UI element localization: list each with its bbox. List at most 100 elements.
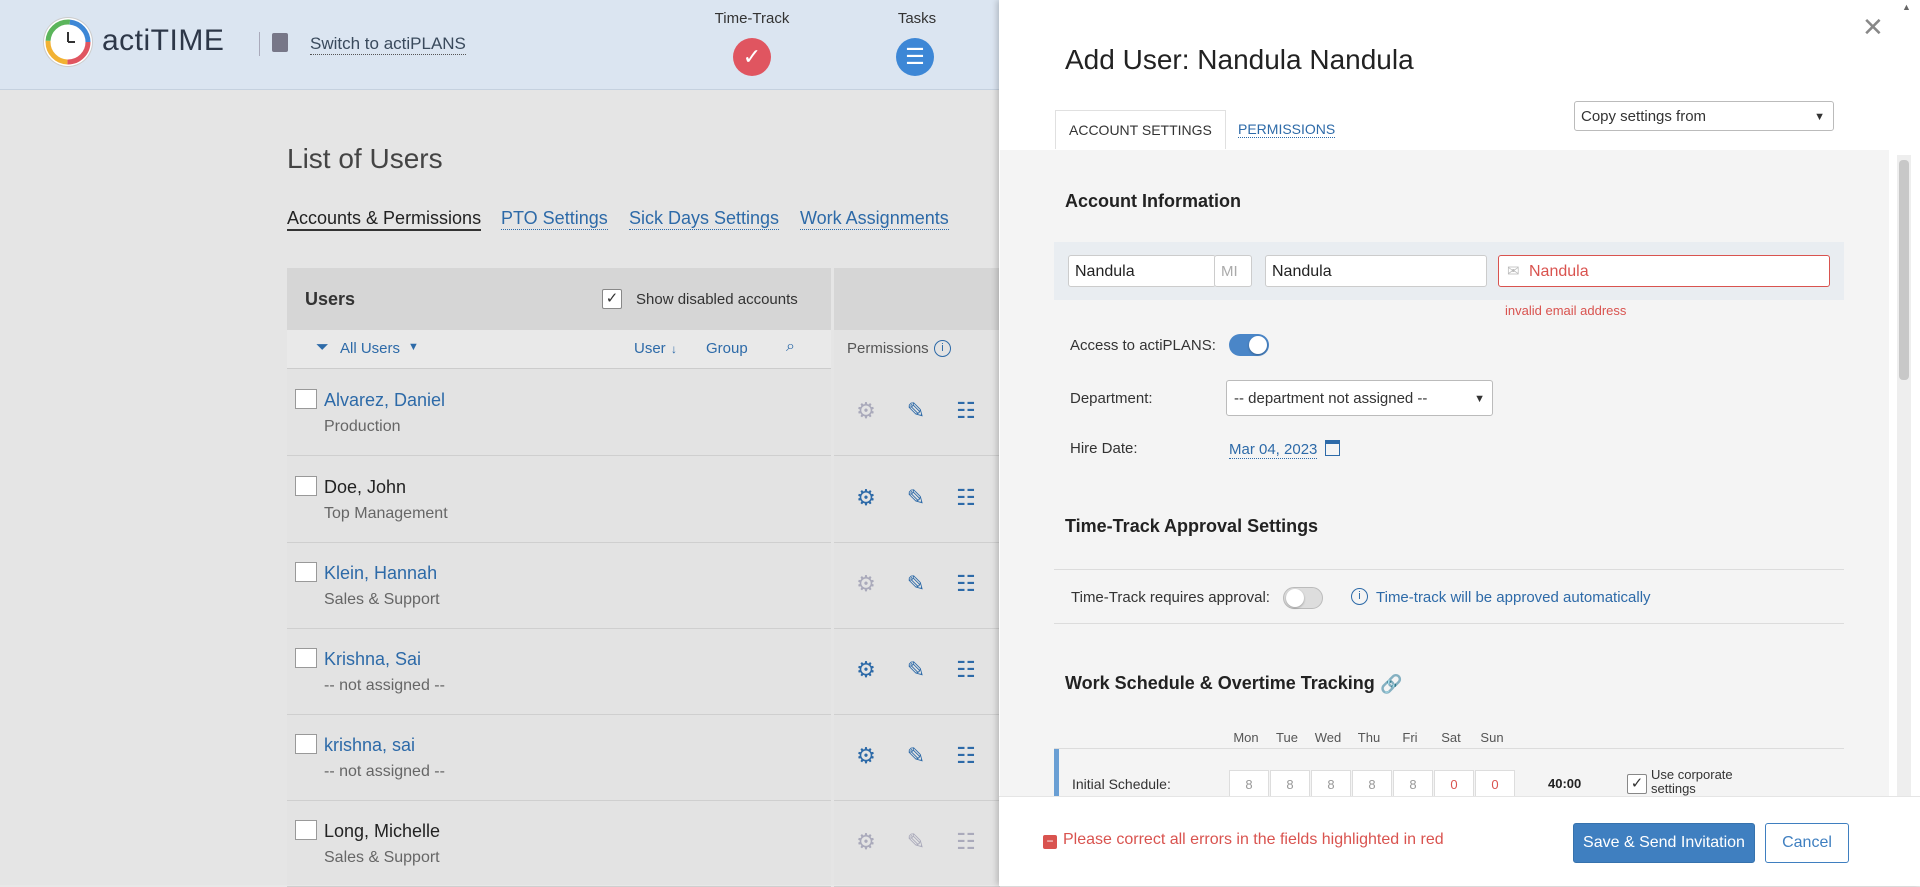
table-row[interactable]	[287, 542, 831, 629]
user-settings-icon[interactable]: ⚙	[852, 656, 880, 684]
switch-to-actiplans-link[interactable]: Switch to actiPLANS	[310, 34, 466, 55]
calendar-icon[interactable]	[1325, 440, 1340, 456]
middle-initial-field[interactable]: MI	[1214, 255, 1252, 287]
save-send-invitation-button[interactable]: Save & Send Invitation	[1573, 823, 1755, 863]
email-field[interactable]: ✉ Nandula	[1498, 255, 1830, 287]
user-name[interactable]: krishna, sai	[324, 735, 415, 756]
user-department: Sales & Support	[324, 849, 440, 866]
all-users-filter[interactable]: All Users	[340, 340, 400, 357]
hierarchy-icon[interactable]: ☷	[952, 570, 980, 598]
use-corporate-label: Use corporate settings	[1651, 767, 1733, 796]
hierarchy-icon[interactable]: ☷	[952, 397, 980, 425]
cancel-button[interactable]: Cancel	[1765, 823, 1849, 863]
table-row[interactable]	[287, 800, 831, 887]
edit-check-icon[interactable]: ✎	[902, 570, 930, 598]
show-disabled-label: Show disabled accounts	[636, 291, 798, 308]
user-name[interactable]: Klein, Hannah	[324, 563, 437, 584]
user-settings-icon[interactable]: ⚙	[852, 570, 880, 598]
copy-settings-select[interactable]: Copy settings from ▼	[1574, 101, 1834, 131]
tab-permissions-label: PERMISSIONS	[1238, 121, 1336, 138]
schedule-thu[interactable]: 8	[1352, 770, 1392, 798]
hire-date-link[interactable]: Mar 04, 2023	[1229, 441, 1318, 459]
actitime-logo-icon[interactable]	[44, 18, 92, 66]
edit-check-icon[interactable]: ✎	[902, 397, 930, 425]
schedule-sun[interactable]: 0	[1475, 770, 1515, 798]
sort-by-group[interactable]: Group	[706, 340, 748, 357]
access-actiplans-toggle[interactable]	[1229, 334, 1269, 356]
user-settings-icon[interactable]: ⚙	[852, 742, 880, 770]
link-icon[interactable]: 🔗	[1380, 674, 1402, 695]
edit-check-icon[interactable]: ✎	[902, 742, 930, 770]
info-icon[interactable]: i	[934, 340, 951, 357]
tab-permissions[interactable]: PERMISSIONS	[1225, 110, 1348, 148]
table-row[interactable]	[287, 714, 831, 801]
user-type-icon	[295, 562, 317, 582]
hierarchy-icon[interactable]: ☷	[952, 742, 980, 770]
table-row[interactable]	[287, 628, 831, 715]
chevron-down-icon[interactable]: ▼	[408, 341, 419, 353]
search-icon[interactable]: ⌕	[786, 338, 795, 356]
use-corporate-checkbox[interactable]: ✓	[1627, 774, 1647, 794]
user-type-icon	[295, 476, 317, 496]
schedule-tue[interactable]: 8	[1270, 770, 1310, 798]
tasks-icon[interactable]: ☰	[896, 38, 934, 76]
user-department: Top Management	[324, 505, 448, 522]
chevron-down-icon: ▼	[1474, 393, 1485, 405]
tab-work-assignments[interactable]: Work Assignments	[800, 208, 949, 230]
department-select[interactable]: -- department not assigned -- ▼	[1226, 380, 1493, 416]
day-fri: Fri	[1402, 730, 1418, 745]
sort-by-user[interactable]: User	[634, 340, 666, 357]
time-track-icon[interactable]: ✓	[733, 38, 771, 76]
hierarchy-icon[interactable]: ☷	[952, 484, 980, 512]
user-name[interactable]: Long, Michelle	[324, 821, 440, 842]
user-type-icon	[295, 820, 317, 840]
last-name-field[interactable]: Nandula	[1265, 255, 1487, 287]
show-disabled-checkbox[interactable]: ✓	[602, 289, 622, 309]
divider	[1054, 748, 1844, 749]
schedule-sat[interactable]: 0	[1434, 770, 1474, 798]
hierarchy-icon[interactable]: ☷	[952, 656, 980, 684]
edit-check-icon[interactable]: ✎	[902, 828, 930, 856]
nav-tasks-label[interactable]: Tasks	[877, 10, 957, 27]
filter-icon[interactable]: ⏷	[316, 339, 329, 357]
tab-pto-settings[interactable]: PTO Settings	[501, 208, 608, 230]
error-icon: −	[1043, 835, 1057, 849]
schedule-mon[interactable]: 8	[1229, 770, 1269, 798]
copy-settings-label: Copy settings from	[1581, 108, 1707, 125]
email-icon: ✉	[1507, 263, 1520, 280]
day-tue: Tue	[1276, 730, 1298, 745]
approval-toggle[interactable]	[1283, 587, 1323, 609]
page-title: List of Users	[287, 143, 443, 174]
scroll-up-icon[interactable]: ▲	[1902, 2, 1911, 12]
info-icon: i	[1351, 588, 1368, 605]
first-name-field[interactable]: Nandula	[1068, 255, 1216, 287]
department-value: -- department not assigned --	[1234, 390, 1428, 407]
tab-accounts-permissions[interactable]: Accounts & Permissions	[287, 208, 482, 231]
user-name[interactable]: Alvarez, Daniel	[324, 390, 445, 411]
schedule-fri[interactable]: 8	[1393, 770, 1433, 798]
hierarchy-icon[interactable]: ☷	[952, 828, 980, 856]
nav-time-track-label[interactable]: Time-Track	[712, 10, 792, 27]
initial-schedule-label: Initial Schedule:	[1072, 776, 1171, 792]
user-settings-icon[interactable]: ⚙	[852, 397, 880, 425]
tab-sick-days-settings[interactable]: Sick Days Settings	[629, 208, 780, 230]
tab-account-settings[interactable]: ACCOUNT SETTINGS	[1055, 110, 1226, 149]
edit-check-icon[interactable]: ✎	[902, 484, 930, 512]
user-department: Sales & Support	[324, 591, 440, 608]
user-settings-icon[interactable]: ⚙	[852, 484, 880, 512]
edit-check-icon[interactable]: ✎	[902, 656, 930, 684]
close-icon[interactable]: ✕	[1862, 12, 1884, 43]
modal-scrollbar-thumb[interactable]	[1899, 160, 1909, 380]
table-row[interactable]	[287, 369, 831, 456]
schedule-wed[interactable]: 8	[1311, 770, 1351, 798]
user-name[interactable]: Doe, John	[324, 477, 406, 498]
user-name[interactable]: Krishna, Sai	[324, 649, 421, 670]
day-thu: Thu	[1357, 730, 1381, 745]
access-actiplans-label: Access to actiPLANS:	[1070, 337, 1216, 354]
user-type-icon	[295, 734, 317, 754]
table-row[interactable]	[287, 456, 831, 543]
user-settings-icon[interactable]: ⚙	[852, 828, 880, 856]
modal-title: Add User: Nandula Nandula	[1065, 44, 1414, 75]
app-logo-text: actiTIME	[102, 24, 225, 57]
header-divider	[259, 32, 260, 56]
